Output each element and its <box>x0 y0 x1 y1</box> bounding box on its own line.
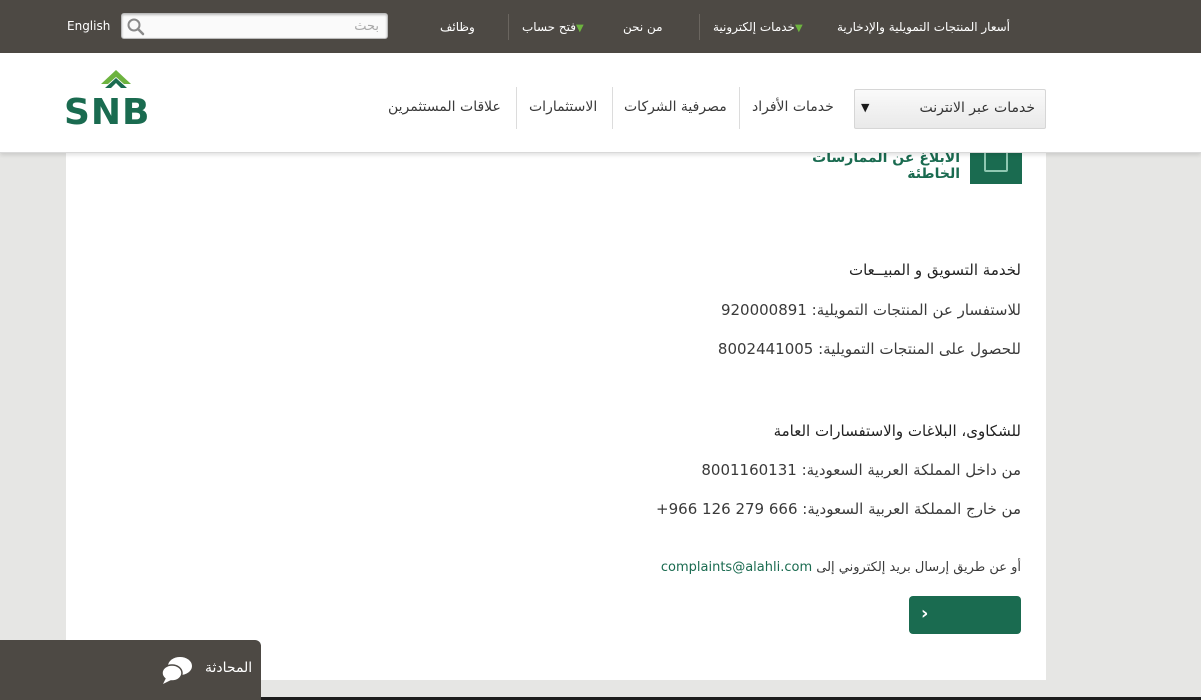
dropdown-arrow-icon: ▼ <box>861 101 870 114</box>
nav-investments[interactable]: الاستثمارات <box>529 99 597 115</box>
nav-divider <box>612 87 613 129</box>
whistleblowing-card-title[interactable]: الابلاغ عن الممارسات الخاطئة <box>800 150 960 182</box>
dropdown-triangle-icon: ▼ <box>576 23 584 34</box>
nav-corporate-banking[interactable]: مصرفية الشركات <box>624 99 727 115</box>
complaints-email-link[interactable]: complaints@alahli.com <box>661 560 812 575</box>
online-services-label: خدمات عبر الانترنت <box>919 100 1035 116</box>
email-prefix: أو عن طريق إرسال بريد إلكتروني إلى <box>816 560 1021 575</box>
prices-link[interactable]: أسعار المنتجات التمويلية والإدخارية <box>837 20 1010 34</box>
search-input[interactable] <box>159 17 379 35</box>
snb-logo[interactable]: SNB <box>64 68 178 128</box>
e-services-label: خدمات إلكترونية <box>713 20 795 34</box>
email-line: أو عن طريق إرسال بريد إلكتروني إلى compl… <box>661 560 1021 575</box>
about-link[interactable]: من نحن <box>623 20 663 34</box>
top-utility-bar: English وظائف ▼فتح حساب من نحن ▼خدمات إل… <box>0 0 1201 53</box>
english-language-link[interactable]: English <box>67 19 110 33</box>
complaints-heading: للشكاوى، البلاغات والاستفسارات العامة <box>773 422 1021 440</box>
sales-inquiry-line: للاستفسار عن المنتجات التمويلية: 9200008… <box>720 301 1021 319</box>
content-panel: الابلاغ عن الممارسات الخاطئة لخدمة التسو… <box>66 138 1046 680</box>
sales-obtain-line: للحصول على المنتجات التمويلية: 800244100… <box>717 340 1021 358</box>
open-account-link[interactable]: ▼فتح حساب <box>522 20 589 34</box>
outside-ksa-line: من خارج المملكة العربية السعودية: 666 27… <box>656 500 1021 518</box>
next-button[interactable]: › <box>909 596 1021 634</box>
online-services-dropdown[interactable]: خدمات عبر الانترنت ▼ <box>854 89 1046 129</box>
topbar-divider <box>699 14 700 40</box>
open-account-label: فتح حساب <box>522 20 576 34</box>
search-box <box>121 13 388 39</box>
nav-investor-relations[interactable]: علاقات المستثمرين <box>388 99 501 115</box>
logo-text: SNB <box>64 92 151 128</box>
chevron-right-icon: › <box>921 603 929 624</box>
main-navigation: SNB علاقات المستثمرين الاستثمارات مصرفية… <box>0 53 1201 153</box>
nav-divider <box>739 87 740 129</box>
topbar-divider <box>508 14 509 40</box>
chat-widget[interactable]: المحادثة <box>0 640 261 700</box>
chat-bubbles-icon <box>161 657 192 684</box>
jobs-link[interactable]: وظائف <box>440 20 475 34</box>
nav-personal-services[interactable]: خدمات الأفراد <box>752 99 834 115</box>
nav-divider <box>516 87 517 129</box>
search-icon[interactable] <box>126 17 146 37</box>
e-services-link[interactable]: ▼خدمات إلكترونية <box>713 20 808 34</box>
inside-ksa-line: من داخل المملكة العربية السعودية: 800116… <box>701 461 1021 479</box>
sales-heading: لخدمة التسويق و المبيــعات <box>848 261 1021 279</box>
dropdown-triangle-icon: ▼ <box>794 23 803 34</box>
chat-label: المحادثة <box>205 660 253 676</box>
